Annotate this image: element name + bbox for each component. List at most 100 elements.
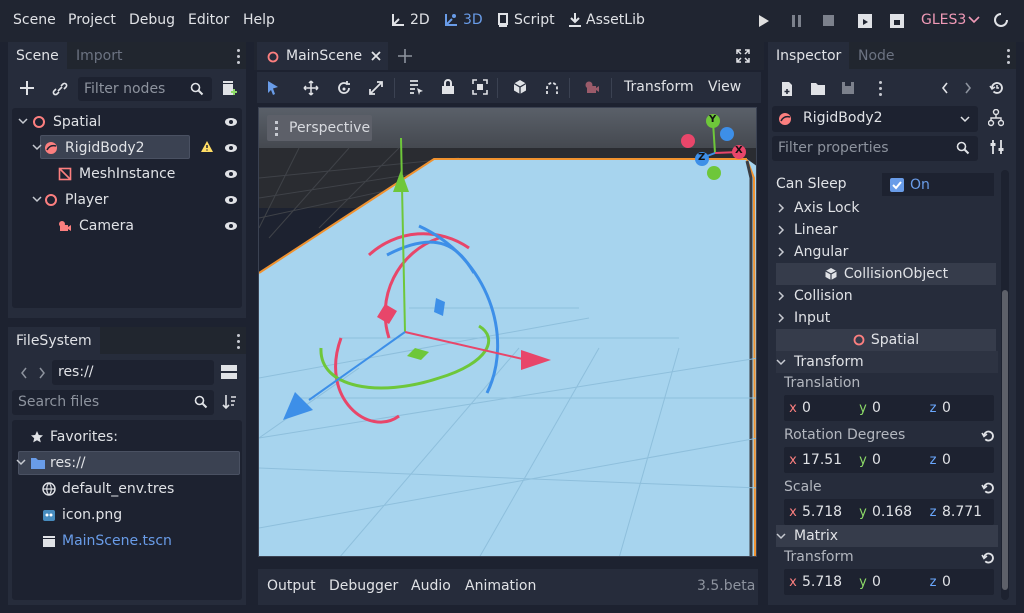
play-scene-icon[interactable] [857, 13, 873, 29]
kebab-menu-icon[interactable] [1007, 49, 1010, 67]
tab-output[interactable]: Output [267, 578, 316, 594]
scrollbar-thumb[interactable] [1002, 290, 1008, 590]
workspace-script-button[interactable]: Script [496, 12, 555, 28]
tab-scene[interactable]: Scene [8, 42, 67, 69]
scene-tab-mainscene[interactable]: MainScene [257, 42, 388, 70]
distraction-free-icon[interactable] [736, 49, 750, 63]
visibility-eye-icon[interactable] [224, 221, 238, 231]
preview-camera-icon[interactable] [584, 80, 600, 94]
linear-group[interactable]: Linear [776, 219, 998, 241]
tree-node-spatial[interactable]: Spatial [32, 109, 101, 135]
scale-z-field[interactable]: 8.771 [942, 504, 994, 520]
angular-group[interactable]: Angular [776, 241, 998, 263]
chevron-down-icon[interactable] [18, 118, 28, 126]
back-arrow-icon[interactable] [941, 82, 949, 94]
matrix-group[interactable]: Matrix [776, 525, 998, 547]
tree-node-rigidbody2[interactable]: RigidBody2 [44, 135, 145, 161]
scale-y-field[interactable]: 0.168 [872, 504, 924, 520]
warning-icon[interactable] [200, 140, 214, 153]
tab-debugger[interactable]: Debugger [329, 578, 398, 594]
rotation-z-field[interactable]: 0 [942, 452, 994, 468]
play-custom-scene-icon[interactable] [889, 13, 905, 29]
renderer-selector[interactable]: GLES3 [921, 12, 966, 28]
translation-y-field[interactable]: 0 [872, 400, 924, 416]
add-scene-tab-icon[interactable] [398, 49, 412, 63]
matrix-z-field[interactable]: 0 [942, 574, 994, 590]
move-tool-icon[interactable] [303, 80, 319, 96]
close-icon[interactable] [371, 51, 381, 61]
menu-help[interactable]: Help [243, 12, 275, 28]
transform-menu[interactable]: Transform [624, 79, 694, 95]
matrix-y-field[interactable]: 0 [872, 574, 924, 590]
rotate-tool-icon[interactable] [336, 80, 352, 96]
perspective-menu-button[interactable]: Perspective [267, 115, 372, 141]
instance-scene-icon[interactable] [222, 80, 238, 96]
favorites-item[interactable]: Favorites: [30, 424, 118, 450]
rotation-x-field[interactable]: 17.51 [802, 452, 854, 468]
folder-res-item[interactable]: res:// [30, 450, 86, 476]
search-files-input[interactable]: Search files [12, 390, 214, 415]
menu-editor[interactable]: Editor [188, 12, 229, 28]
save-icon[interactable] [841, 81, 855, 95]
chevron-down-icon[interactable] [968, 16, 980, 24]
pause-icon[interactable] [791, 14, 803, 28]
kebab-menu-icon[interactable] [237, 49, 240, 67]
history-icon[interactable] [989, 81, 1005, 95]
workspace-2d-button[interactable]: 2D [390, 12, 430, 28]
visibility-eye-icon[interactable] [224, 169, 238, 179]
tab-audio[interactable]: Audio [411, 578, 451, 594]
workspace-assetlib-button[interactable]: AssetLib [568, 12, 645, 28]
visibility-eye-icon[interactable] [224, 143, 238, 153]
file-item-default-env[interactable]: default_env.tres [42, 476, 174, 502]
kebab-menu-icon[interactable] [237, 334, 240, 352]
view-menu[interactable]: View [708, 79, 741, 95]
menu-scene[interactable]: Scene [13, 12, 56, 28]
split-view-icon[interactable] [221, 364, 237, 380]
menu-project[interactable]: Project [68, 12, 116, 28]
3d-viewport[interactable]: Y X Z Perspective [258, 107, 757, 557]
object-menu-kebab-icon[interactable] [879, 81, 882, 99]
tab-import[interactable]: Import [68, 42, 130, 69]
inspector-scrollbar[interactable] [1001, 170, 1009, 600]
matrix-x-field[interactable]: 5.718 [802, 574, 854, 590]
link-icon[interactable] [52, 81, 68, 97]
back-arrow-icon[interactable] [20, 367, 28, 379]
transform-group[interactable]: Transform [776, 351, 998, 373]
new-resource-icon[interactable] [780, 81, 794, 97]
forward-arrow-icon[interactable] [38, 367, 46, 379]
filter-properties-input[interactable]: Filter properties [772, 136, 978, 161]
file-item-mainscene[interactable]: MainScene.tscn [42, 528, 172, 554]
collision-group[interactable]: Collision [776, 285, 998, 307]
can-sleep-checkbox[interactable]: On [882, 173, 994, 196]
add-node-icon[interactable] [20, 81, 34, 95]
workspace-3d-button[interactable]: 3D [443, 12, 483, 28]
group-icon[interactable] [472, 79, 488, 95]
chevron-down-icon[interactable] [16, 459, 26, 467]
tab-animation[interactable]: Animation [465, 578, 536, 594]
chevron-down-icon[interactable] [32, 196, 42, 204]
translation-z-field[interactable]: 0 [942, 400, 994, 416]
revert-icon[interactable] [981, 551, 995, 565]
tools-icon[interactable] [989, 139, 1005, 155]
tab-node[interactable]: Node [850, 42, 903, 69]
tab-filesystem[interactable]: FileSystem [8, 327, 100, 354]
rotation-y-field[interactable]: 0 [872, 452, 924, 468]
scale-x-field[interactable]: 5.718 [802, 504, 854, 520]
revert-icon[interactable] [981, 429, 995, 443]
tree-node-meshinstance[interactable]: MeshInstance [58, 161, 175, 187]
select-tool-icon[interactable] [266, 80, 280, 96]
stop-icon[interactable] [823, 15, 835, 27]
path-field[interactable]: res:// [52, 360, 214, 385]
revert-icon[interactable] [981, 481, 995, 495]
input-group[interactable]: Input [776, 307, 998, 329]
local-space-icon[interactable] [512, 79, 528, 95]
sort-icon[interactable] [222, 394, 236, 410]
tree-node-player[interactable]: Player [44, 187, 109, 213]
node-tree-icon[interactable] [988, 109, 1004, 127]
tree-node-camera[interactable]: Camera [58, 213, 134, 239]
play-icon[interactable] [758, 14, 770, 28]
scale-tool-icon[interactable] [368, 80, 384, 96]
menu-debug[interactable]: Debug [129, 12, 175, 28]
list-select-icon[interactable] [408, 79, 424, 95]
file-item-icon-png[interactable]: icon.png [42, 502, 122, 528]
